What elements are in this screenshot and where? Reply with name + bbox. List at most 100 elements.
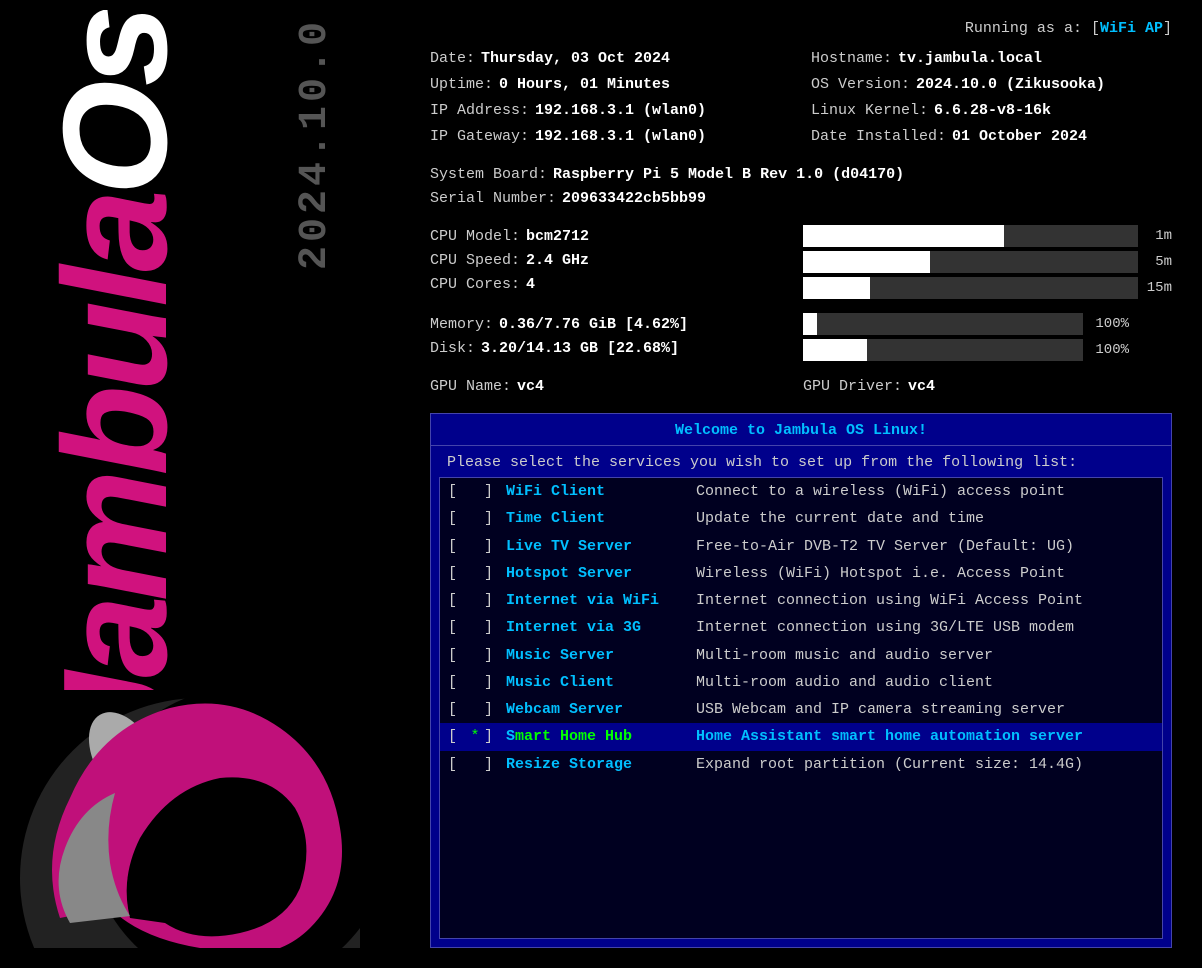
service-desc: Internet connection using WiFi Access Po… [696, 589, 1154, 612]
cpu-speed-label: CPU Speed: [430, 249, 520, 273]
service-first-letter: W [506, 701, 515, 718]
service-first-letter: M [506, 674, 515, 691]
kernel-label: Linux Kernel: [811, 99, 928, 123]
service-first-letter: W [506, 483, 515, 500]
jambula-logo [20, 668, 360, 948]
cpu-model-label: CPU Model: [430, 225, 520, 249]
load-1m-label: 1m [1144, 228, 1172, 244]
running-as-label: Running as a: [965, 20, 1082, 37]
memory-label: Memory: [430, 313, 493, 337]
hostname-label: Hostname: [811, 47, 892, 71]
service-item[interactable]: [ ] Hotspot Server Wireless (WiFi) Hotsp… [440, 560, 1162, 587]
date-installed-row: Date Installed: 01 October 2024 [811, 125, 1172, 149]
service-desc: Expand root partition (Current size: 14.… [696, 753, 1154, 776]
service-desc: Wireless (WiFi) Hotspot i.e. Access Poin… [696, 562, 1154, 585]
hostname-value: tv.jambula.local [898, 47, 1042, 71]
welcome-title: Welcome to Jambula OS Linux! [431, 414, 1171, 446]
service-bracket-close: ] [484, 507, 502, 530]
service-name: Webcam Server [506, 698, 696, 721]
cpu-info: CPU Model: bcm2712 CPU Speed: 2.4 GHz CP… [430, 225, 799, 297]
memory-disk-section: Memory: 0.36/7.76 GiB [4.62%] Disk: 3.20… [430, 313, 1172, 361]
service-first-letter: I [506, 619, 515, 636]
top-bar: Running as a: [WiFi AP] [430, 20, 1172, 37]
serial-label: Serial Number: [430, 187, 556, 211]
memory-value: 0.36/7.76 GiB [4.62%] [499, 313, 688, 337]
service-item[interactable]: [ ] Music Server Multi-room music and au… [440, 642, 1162, 669]
load-bar-1m: 1m [803, 225, 1172, 247]
service-bracket-open: [ [448, 753, 466, 776]
service-bracket-open: [ [448, 725, 466, 748]
service-desc: Multi-room audio and audio client [696, 671, 1154, 694]
gpu-driver-value: vc4 [908, 375, 935, 399]
sidebar: JambulaOs 2024.10.0 [0, 0, 400, 968]
service-bracket-open: [ [448, 616, 466, 639]
service-item[interactable]: [ ] WiFi Client Connect to a wireless (W… [440, 478, 1162, 505]
running-as-value: WiFi AP [1100, 20, 1163, 37]
gpu-section: GPU Name: vc4 GPU Driver: vc4 [430, 375, 1172, 399]
service-desc: USB Webcam and IP camera streaming serve… [696, 698, 1154, 721]
service-bracket-open: [ [448, 562, 466, 585]
service-name: Hotspot Server [506, 562, 696, 585]
mem-disk-bars: 100% 100% [803, 313, 1172, 361]
service-item[interactable]: [ ] Webcam Server USB Webcam and IP came… [440, 696, 1162, 723]
version-label: 2024.10.0 [293, 18, 338, 270]
service-name: Music Server [506, 644, 696, 667]
service-item[interactable]: [ ] Time Client Update the current date … [440, 505, 1162, 532]
service-first-letter: L [506, 538, 515, 555]
kernel-value: 6.6.28-v8-16k [934, 99, 1051, 123]
os-version-row: OS Version: 2024.10.0 (Zikusooka) [811, 73, 1172, 97]
gateway-value: 192.168.3.1 (wlan0) [535, 125, 706, 149]
system-board-section: System Board: Raspberry Pi 5 Model B Rev… [430, 163, 1172, 211]
service-name: Resize Storage [506, 753, 696, 776]
service-first-letter: R [506, 756, 515, 773]
service-desc: Connect to a wireless (WiFi) access poin… [696, 480, 1154, 503]
service-name: Time Client [506, 507, 696, 530]
service-bracket-close: ] [484, 562, 502, 585]
uptime-value: 0 Hours, 01 Minutes [499, 73, 670, 97]
service-item[interactable]: [ ] Internet via WiFi Internet connectio… [440, 587, 1162, 614]
service-item[interactable]: [ * ] Smart Home Hub Home Assistant smar… [440, 723, 1162, 750]
uptime-row: Uptime: 0 Hours, 01 Minutes [430, 73, 791, 97]
service-bracket-close: ] [484, 480, 502, 503]
service-bracket-close: ] [484, 725, 502, 748]
service-bracket-close: ] [484, 671, 502, 694]
cpu-model-value: bcm2712 [526, 225, 589, 249]
disk-bar-row: 100% [803, 339, 1172, 361]
service-bracket-open: [ [448, 535, 466, 558]
service-name: Music Client [506, 671, 696, 694]
service-item[interactable]: [ ] Resize Storage Expand root partition… [440, 751, 1162, 778]
kernel-row: Linux Kernel: 6.6.28-v8-16k [811, 99, 1172, 123]
hostname-row: Hostname: tv.jambula.local [811, 47, 1172, 71]
service-desc: Free-to-Air DVB-T2 TV Server (Default: U… [696, 535, 1154, 558]
service-item[interactable]: [ ] Music Client Multi-room audio and au… [440, 669, 1162, 696]
cpu-cores-value: 4 [526, 273, 535, 297]
gpu-name-label: GPU Name: [430, 375, 511, 399]
service-first-letter: T [506, 510, 515, 527]
os-version-value: 2024.10.0 (Zikusooka) [916, 73, 1105, 97]
system-board-label: System Board: [430, 163, 547, 187]
gpu-driver-label: GPU Driver: [803, 375, 902, 399]
service-item[interactable]: [ ] Live TV Server Free-to-Air DVB-T2 TV… [440, 533, 1162, 560]
services-list: [ ] WiFi Client Connect to a wireless (W… [439, 477, 1163, 939]
service-first-letter: I [506, 592, 515, 609]
serial-value: 209633422cb5bb99 [562, 187, 706, 211]
date-value: Thursday, 03 Oct 2024 [481, 47, 670, 71]
service-bracket-open: [ [448, 507, 466, 530]
service-desc: Update the current date and time [696, 507, 1154, 530]
gateway-label: IP Gateway: [430, 125, 529, 149]
service-item[interactable]: [ ] Internet via 3G Internet connection … [440, 614, 1162, 641]
ip-row: IP Address: 192.168.3.1 (wlan0) [430, 99, 791, 123]
uptime-label: Uptime: [430, 73, 493, 97]
service-name: Internet via 3G [506, 616, 696, 639]
disk-label: Disk: [430, 337, 475, 361]
service-first-letter: H [506, 565, 515, 582]
ip-value: 192.168.3.1 (wlan0) [535, 99, 706, 123]
service-name: Internet via WiFi [506, 589, 696, 612]
service-bracket-open: [ [448, 671, 466, 694]
service-name: WiFi Client [506, 480, 696, 503]
service-bracket-close: ] [484, 698, 502, 721]
date-row: Date: Thursday, 03 Oct 2024 [430, 47, 791, 71]
disk-value: 3.20/14.13 GB [22.68%] [481, 337, 679, 361]
cpu-speed-value: 2.4 GHz [526, 249, 589, 273]
service-first-letter: S [506, 728, 515, 745]
